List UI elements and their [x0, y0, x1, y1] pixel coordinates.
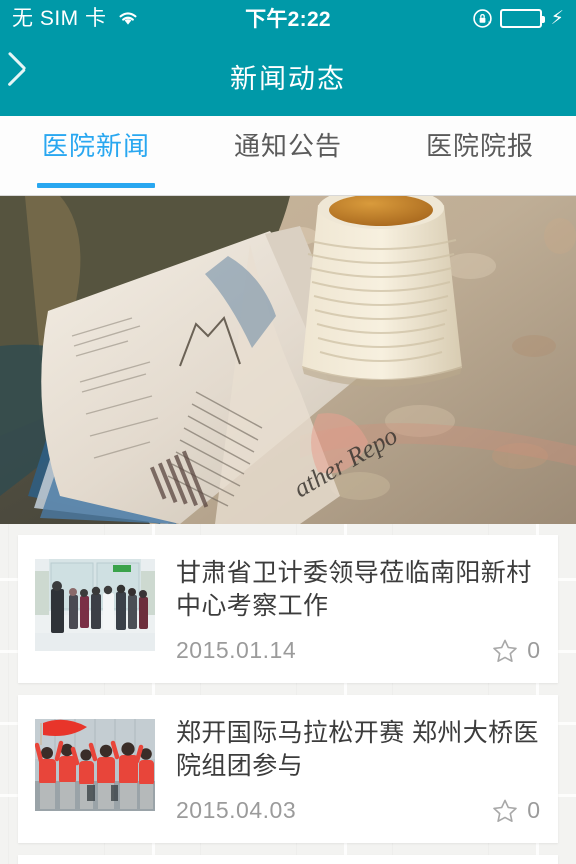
news-thumbnail: [35, 719, 155, 811]
star-icon: [492, 798, 518, 824]
battery-icon: [499, 8, 545, 28]
news-item-body: 甘肃省卫计委领导莅临南阳新村中心考察工作 2015.01.14 0: [176, 557, 540, 665]
favorite-control[interactable]: 0: [492, 797, 540, 824]
news-item-meta: 2015.01.14 0: [176, 637, 540, 665]
tab-hospital-news[interactable]: 医院新闻: [0, 116, 192, 195]
status-bar-right: ⚡: [472, 8, 564, 29]
lightning-bolt-icon: ⚡: [550, 7, 564, 29]
clock-label: 下午2:22: [245, 8, 331, 31]
news-list-item[interactable]: 郑开国际马拉松开赛 郑州大桥医院组团参与 2015.04.03 0: [18, 695, 558, 843]
tab-bar: 医院新闻 通知公告 医院院报: [0, 116, 576, 196]
news-list-item[interactable]: [18, 855, 558, 864]
star-icon: [492, 638, 518, 664]
hero-image-graphic: ather Repo: [0, 196, 576, 524]
status-bar: 无 SIM 卡 下午2:22 ⚡: [0, 0, 576, 36]
tab-label: 通知公告: [233, 131, 342, 161]
favorite-control[interactable]: 0: [492, 637, 540, 664]
page-title: 新闻动态: [230, 63, 346, 94]
news-thumbnail: [35, 559, 155, 651]
favorite-count: 0: [527, 637, 540, 663]
wifi-icon: [116, 9, 140, 27]
chevron-left-icon: [23, 59, 42, 93]
rotation-lock-icon: [472, 8, 493, 29]
status-bar-left: 无 SIM 卡: [12, 8, 140, 29]
news-item-date: 2015.04.03: [176, 797, 297, 823]
news-list-item[interactable]: 甘肃省卫计委领导莅临南阳新村中心考察工作 2015.01.14 0: [18, 535, 558, 683]
hero-banner-image[interactable]: ather Repo: [0, 196, 576, 524]
tab-label: 医院院报: [425, 131, 534, 161]
tab-label: 医院新闻: [41, 131, 150, 161]
tab-hospital-journal[interactable]: 医院院报: [384, 116, 576, 195]
marathon-runners-photo: [35, 719, 155, 811]
favorite-count: 0: [527, 797, 540, 823]
back-button[interactable]: [0, 36, 64, 116]
hospital-lobby-photo: [35, 559, 155, 651]
tab-announcements[interactable]: 通知公告: [192, 116, 384, 195]
tab-active-indicator: [37, 183, 155, 188]
news-item-meta: 2015.04.03 0: [176, 797, 540, 825]
navigation-bar: 新闻动态: [0, 36, 576, 116]
news-item-date: 2015.01.14: [176, 637, 297, 663]
news-item-title: 郑开国际马拉松开赛 郑州大桥医院组团参与: [176, 719, 539, 780]
carrier-label: 无 SIM 卡: [12, 6, 107, 30]
news-item-body: 郑开国际马拉松开赛 郑州大桥医院组团参与 2015.04.03 0: [176, 717, 540, 825]
news-item-title: 甘肃省卫计委领导莅临南阳新村中心考察工作: [176, 559, 532, 620]
news-list[interactable]: 甘肃省卫计委领导莅临南阳新村中心考察工作 2015.01.14 0 郑开国际马拉…: [0, 524, 576, 864]
